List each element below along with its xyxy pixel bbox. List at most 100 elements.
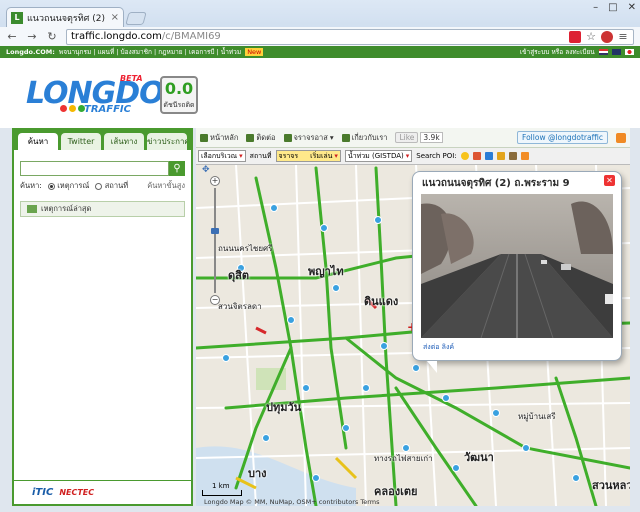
tab-twitter[interactable]: Twitter — [61, 133, 101, 150]
info-poi-icon[interactable] — [484, 152, 493, 160]
traffic-index-box: 0.0 ดัชนีรถติด — [160, 76, 198, 114]
topbar-link-member[interactable]: บ้องสมาชิก — [121, 48, 152, 56]
map-label-dindaeng: ดินแดง — [364, 295, 399, 308]
contact-link[interactable]: ติดต่อ — [246, 132, 276, 144]
search-type-radios: ค้นหา: เหตุการณ์ สถานที่ ค้นหาขั้นสูง — [20, 180, 185, 192]
new-badge: New — [245, 48, 264, 56]
map-label-old-railway: ทางรถไฟสายเก่า — [374, 454, 433, 463]
facebook-like[interactable]: Like 3.9k — [395, 132, 443, 143]
login-link[interactable]: เข้าสู่ระบบ หรือ ลงทะเบียน — [520, 48, 595, 56]
topbar-links: Longdo.COM: พจนานุกรม | แผนที่ | บ้องสมาชิ… — [6, 48, 264, 56]
topbar-link-law[interactable]: กฎหมาย — [158, 48, 182, 56]
map-label-phayathai: พญาไท — [308, 265, 344, 278]
food-icon[interactable] — [508, 152, 517, 160]
flood-layer-select[interactable]: น้ำท่วม (GISTDA) ▾ — [344, 150, 413, 162]
longdo-favicon-icon: L — [11, 11, 23, 24]
traffic-menu[interactable]: จราจรอาส ▾ — [283, 132, 334, 144]
left-panel: ค้นหา Twitter เส้นทาง ข่าวประกาศ ⚲ ค้นหา… — [12, 128, 193, 506]
forward-icon[interactable]: → — [26, 30, 38, 43]
about-link[interactable]: เกี่ยวกับเรา — [341, 132, 387, 144]
site-topbar: Longdo.COM: พจนานุกรม | แผนที่ | บ้องสมาชิ… — [0, 46, 640, 58]
bookmark-star-icon[interactable]: ☆ — [585, 30, 597, 43]
traffic-index-label: ดัชนีรถติด — [163, 101, 195, 109]
sun-icon[interactable] — [460, 152, 469, 160]
thai-flag-icon[interactable] — [598, 49, 608, 55]
region-select[interactable]: เลือกบริเวณ ▾ — [198, 150, 246, 162]
nectec-logo[interactable]: NECTEC — [59, 488, 94, 497]
logo-dots-icon — [60, 105, 85, 112]
info-icon — [341, 133, 350, 142]
popup-title: แนวถนนจตุรทิศ (2) ถ.พระราม 9 — [422, 178, 570, 189]
advanced-search-link[interactable]: ค้นหาขั้นสูง — [147, 180, 185, 192]
radio-places[interactable]: สถานที่ — [95, 180, 128, 192]
map-toolbar: หน้าหลัก ติดต่อ จราจรอาส ▾ เกี่ยวกับเรา … — [196, 128, 630, 148]
map-label-chitralada: สวนจิตรลดา — [218, 302, 262, 311]
zoom-slider[interactable] — [211, 188, 219, 293]
map-label-mooban-seri: หมู่บ้านเสรี — [518, 412, 556, 421]
traffic-camera-image[interactable] — [421, 194, 613, 338]
search-input[interactable] — [20, 161, 169, 176]
rss-icon[interactable] — [616, 132, 626, 143]
close-window-icon[interactable]: ✕ — [628, 2, 636, 13]
zoom-control: + − — [210, 176, 220, 305]
station-select[interactable]: จราจร เริ่มเล่น ▾ — [275, 150, 341, 162]
home-link[interactable]: หน้าหลัก — [200, 132, 238, 144]
tab-announcements[interactable]: ข่าวประกาศ — [147, 133, 187, 150]
popup-tail — [427, 361, 437, 373]
list-icon — [27, 205, 37, 213]
share-link[interactable]: ส่งต่อ ลิงค์ — [423, 342, 454, 353]
browser-tab[interactable]: L แนวถนนจตุรทิศ (2) ถ.พระราม × — [6, 7, 124, 27]
traffic-index-value: 0.0 — [164, 79, 194, 98]
minimize-icon[interactable]: – — [593, 2, 598, 13]
search-icon: ⚲ — [173, 163, 181, 174]
map-label-suanluang: สวนหลว — [592, 479, 630, 492]
radio-events[interactable]: เหตุการณ์ — [47, 180, 89, 192]
japan-flag-icon[interactable] — [625, 49, 634, 55]
popup-close-button[interactable]: ✕ — [604, 175, 615, 186]
itic-logo[interactable]: iTIC — [32, 487, 53, 498]
close-icon[interactable]: × — [111, 12, 119, 23]
zoom-in-button[interactable]: + — [210, 176, 220, 186]
topbar-link-flood[interactable]: น้ำท่วม — [221, 48, 241, 56]
gas-icon[interactable] — [496, 152, 505, 160]
traffic-label: TRAFFIC — [84, 104, 131, 115]
expand-icon[interactable] — [520, 152, 529, 160]
map-label-watthana: วัฒนา — [464, 451, 494, 464]
latest-events-section[interactable]: เหตุการณ์ล่าสุด — [20, 201, 185, 217]
address-bar[interactable]: traffic.longdo.com/c/BMAMI69 ☆ ≡ — [66, 28, 634, 45]
tab-search[interactable]: ค้นหา — [18, 133, 58, 150]
map-scale-bar — [202, 490, 242, 496]
fire-icon[interactable] — [472, 152, 481, 160]
map-scale-label: 1 km — [212, 482, 230, 490]
topbar-link-longdo[interactable]: Longdo.COM: — [6, 48, 55, 56]
topbar-link-events[interactable]: เคอการบี — [189, 48, 215, 56]
menu-icon[interactable]: ≡ — [617, 30, 629, 43]
pdf-extension-icon[interactable] — [569, 30, 581, 43]
browser-toolbar: ← → ↻ traffic.longdo.com/c/BMAMI69 ☆ ≡ — [0, 27, 640, 46]
camera-image-drawing — [421, 194, 613, 338]
zoom-knob[interactable] — [211, 228, 219, 234]
topbar-link-map[interactable]: แผนที่ — [98, 48, 115, 56]
adblock-icon[interactable] — [601, 30, 613, 43]
maximize-icon[interactable]: □ — [608, 2, 617, 13]
home-icon — [200, 133, 208, 142]
new-tab-button[interactable] — [125, 12, 147, 25]
camera-popup: แนวถนนจตุรทิศ (2) ถ.พระราม 9 ✕ ส่งต่อ ลิ… — [412, 171, 622, 373]
map-controls-bar: เลือกบริเวณ ▾ สถานที่ จราจร เริ่มเล่น ▾ น้ำ… — [196, 148, 630, 165]
back-icon[interactable]: ← — [6, 30, 18, 43]
topbar-link-dictionary[interactable]: พจนานุกรม — [59, 48, 91, 56]
uk-flag-icon[interactable] — [611, 49, 621, 55]
twitter-follow-button[interactable]: Follow @longdotraffic — [517, 131, 608, 144]
reload-icon[interactable]: ↻ — [46, 30, 58, 43]
login-area: เข้าสู่ระบบ หรือ ลงทะเบียน — [520, 47, 634, 57]
map-label-nakhonchaisri: ถนนนครไชยศรี — [218, 244, 273, 253]
search-button[interactable]: ⚲ — [169, 161, 185, 176]
map-label-dusit: ดุสิต — [228, 269, 250, 282]
site-header: LONGDO BETA TRAFFIC 0.0 ดัชนีรถติด — [0, 58, 640, 128]
tab-route[interactable]: เส้นทาง — [104, 133, 144, 150]
browser-chrome: L แนวถนนจตุรทิศ (2) ถ.พระราม × – □ ✕ ← →… — [0, 0, 640, 46]
pan-icon[interactable]: ✥ — [202, 165, 210, 175]
map-copyright[interactable]: Longdo Map © MM, NuMap, OSM+ contributor… — [204, 498, 380, 506]
url-text: traffic.longdo.com/c/BMAMI69 — [71, 31, 221, 42]
search-box: ⚲ — [20, 161, 185, 176]
